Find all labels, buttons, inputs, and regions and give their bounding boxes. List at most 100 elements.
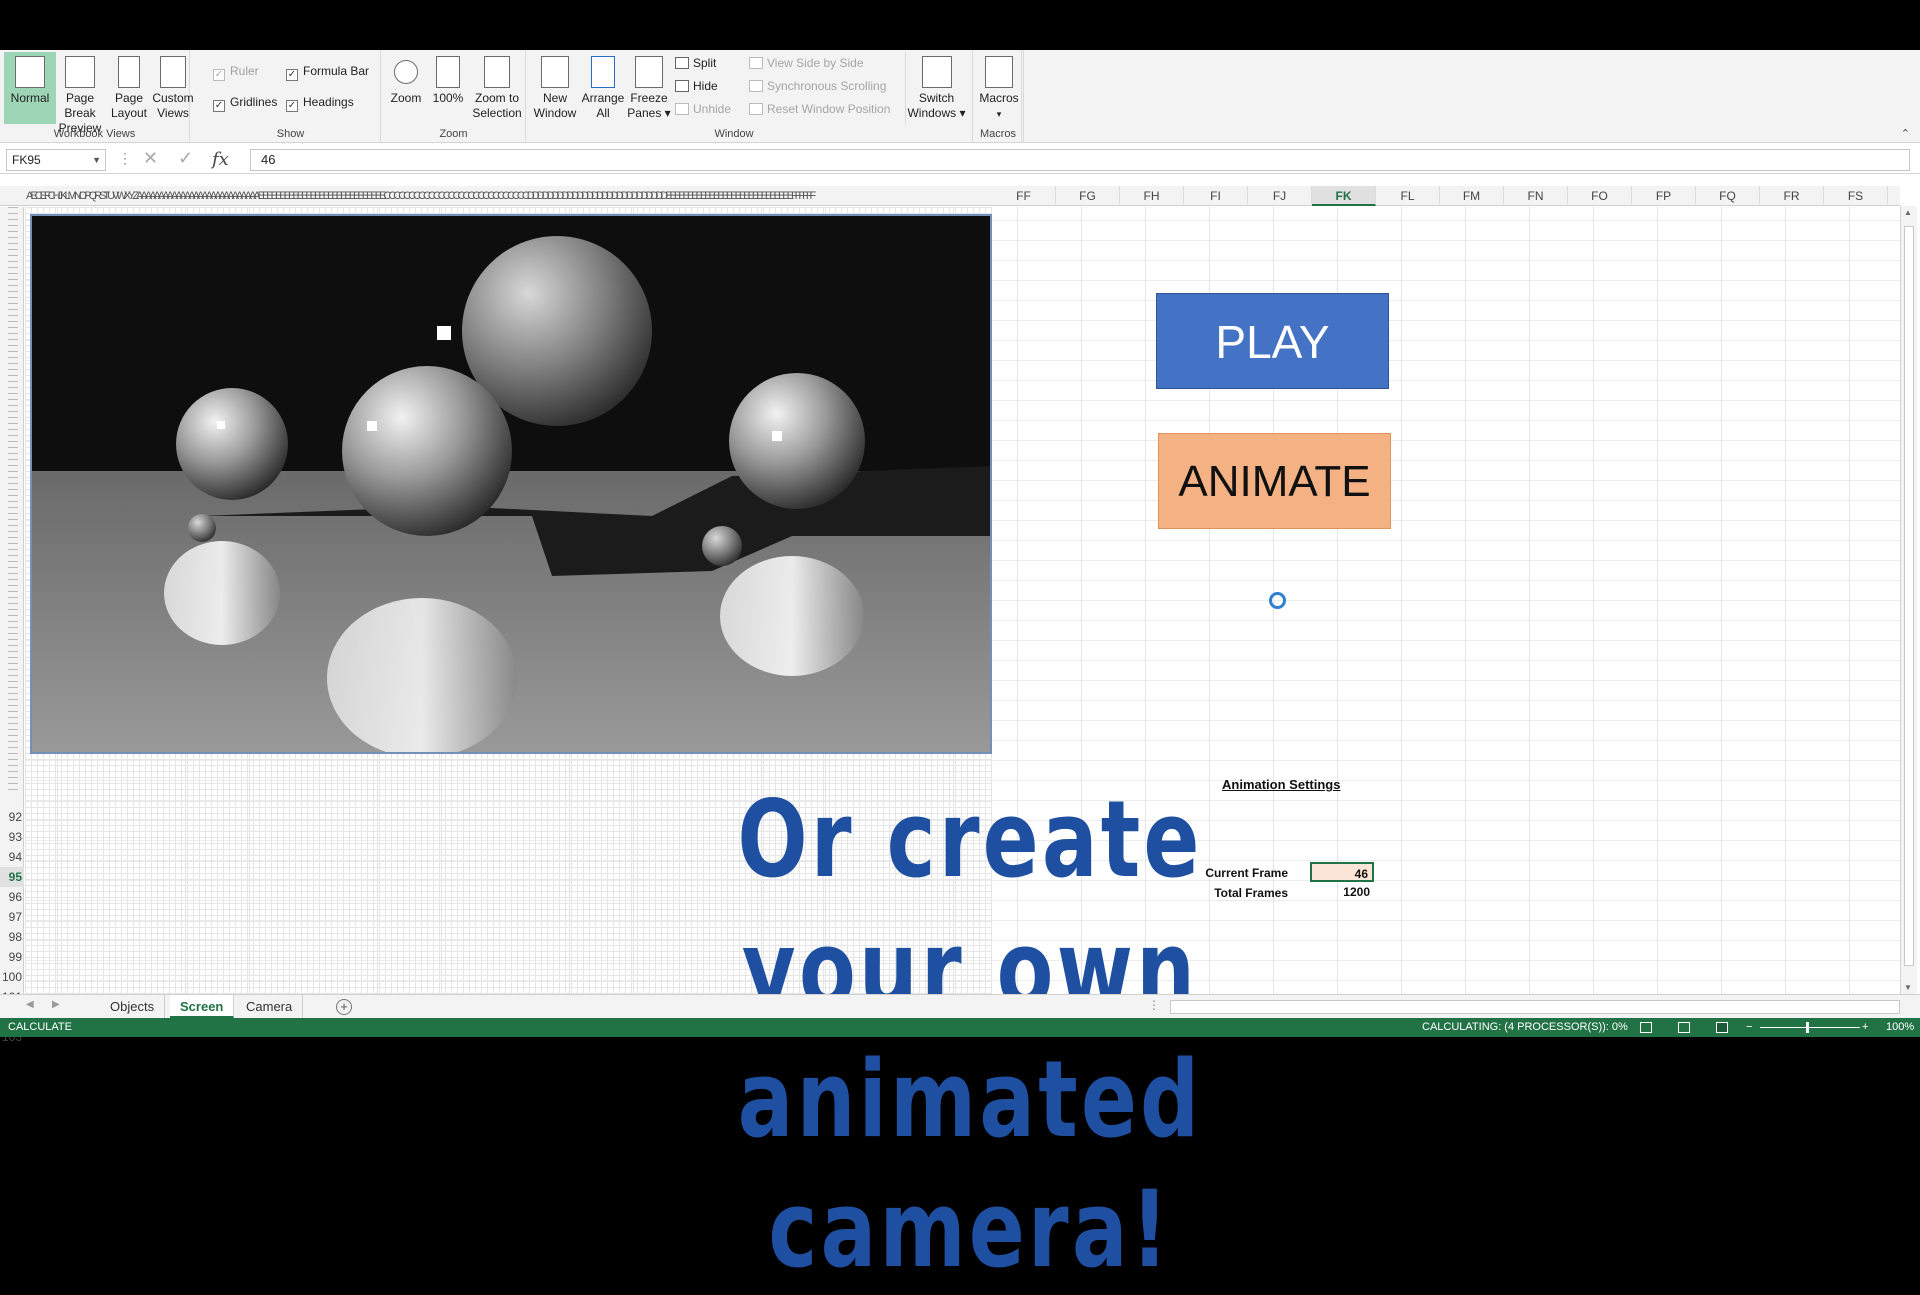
row-header-98[interactable]: 98 — [0, 927, 24, 947]
collapse-ribbon-icon[interactable]: ⌃ — [1901, 127, 1910, 140]
show-group-label: Show — [276, 128, 305, 140]
zoom-button[interactable]: Zoom — [384, 52, 428, 124]
hide-icon — [675, 80, 689, 92]
page-break-preview-button[interactable]: Page Break Preview — [52, 52, 108, 135]
insert-function-icon[interactable]: fx — [212, 146, 229, 174]
vertical-scroll-thumb[interactable] — [1904, 226, 1914, 966]
row-header-99[interactable]: 99 — [0, 947, 24, 967]
custom-views-button[interactable]: Custom Views — [150, 52, 196, 124]
split-button[interactable]: Split — [675, 56, 716, 70]
zoom-slider[interactable] — [1760, 1027, 1860, 1028]
row-header-97[interactable]: 97 — [0, 907, 24, 927]
formula-bar: FK95 ▼ ⋮ ✕ ✓ fx 46 — [0, 146, 1920, 174]
name-box[interactable]: FK95 ▼ — [6, 149, 106, 171]
page-break-view-icon[interactable] — [1716, 1022, 1728, 1033]
switch-label-2: Windows ▾ — [907, 106, 966, 120]
scroll-up-icon[interactable]: ▲ — [1904, 208, 1912, 217]
freeze-panes-icon — [635, 56, 663, 88]
synchronous-scrolling-button[interactable]: Synchronous Scrolling — [749, 79, 886, 93]
column-header-fo[interactable]: FO — [1568, 186, 1632, 206]
zoom-sel-label-2: Selection — [472, 106, 522, 120]
zoom-out-icon[interactable]: − — [1746, 1018, 1752, 1037]
check-icon: ✓ — [213, 100, 225, 112]
row-header-96[interactable]: 96 — [0, 887, 24, 907]
column-header-ff[interactable]: FF — [992, 186, 1056, 206]
new-window-icon — [541, 56, 569, 88]
add-sheet-icon[interactable]: + — [336, 999, 352, 1015]
column-header-fi[interactable]: FI — [1184, 186, 1248, 206]
arrange-all-button[interactable]: Arrange All — [580, 52, 626, 124]
column-header-fn[interactable]: FN — [1504, 186, 1568, 206]
horizontal-scrollbar[interactable] — [1170, 1000, 1900, 1014]
column-header-fh[interactable]: FH — [1120, 186, 1184, 206]
play-button[interactable]: PLAY — [1156, 293, 1389, 389]
next-sheet-icon[interactable]: ▶ — [52, 999, 60, 1010]
column-header-fs[interactable]: FS — [1824, 186, 1888, 206]
ruler-checkbox[interactable]: ✓ Ruler — [213, 64, 259, 81]
tab-objects[interactable]: Objects — [100, 995, 166, 1018]
narrow-row-headers[interactable] — [8, 207, 18, 795]
animate-button[interactable]: ANIMATE — [1158, 433, 1391, 529]
macros-button[interactable]: Macros ▾ — [975, 52, 1023, 124]
gridlines-checkbox[interactable]: ✓ Gridlines — [213, 95, 277, 112]
window-group: New Window Arrange All Freeze Panes ▾ Sp… — [527, 50, 1022, 143]
page-layout-label-2: Layout — [110, 106, 148, 120]
zoom-level[interactable]: 100% — [1886, 1018, 1914, 1037]
check-icon: ✓ — [213, 69, 225, 81]
column-header-fg[interactable]: FG — [1056, 186, 1120, 206]
zoom-slider-thumb[interactable] — [1806, 1022, 1809, 1033]
excel-window: Normal Page Break Preview Page Layout Cu… — [0, 50, 1920, 1291]
column-header-fl[interactable]: FL — [1376, 186, 1440, 206]
row-header-94[interactable]: 94 — [0, 847, 24, 867]
row-header-100[interactable]: 100 — [0, 967, 24, 987]
view-side-by-side-button[interactable]: View Side by Side — [749, 56, 864, 70]
tab-split-handle-icon[interactable]: ⋮ — [1148, 998, 1160, 1012]
prev-sheet-icon[interactable]: ◀ — [26, 999, 34, 1010]
column-header-fm[interactable]: FM — [1440, 186, 1504, 206]
column-header-fj[interactable]: FJ — [1248, 186, 1312, 206]
unhide-icon — [675, 103, 689, 115]
zoom-100-button[interactable]: 100% — [428, 52, 468, 124]
vertical-scrollbar[interactable]: ▲ ▼ — [1900, 206, 1917, 994]
page-break-icon — [65, 56, 95, 88]
formula-bar-checkbox[interactable]: ✓ Formula Bar — [286, 64, 369, 81]
gridlines-label: Gridlines — [230, 95, 278, 109]
tab-screen[interactable]: Screen — [170, 995, 235, 1018]
scroll-down-icon[interactable]: ▼ — [1904, 983, 1912, 992]
tab-camera[interactable]: Camera — [236, 995, 304, 1018]
enter-icon[interactable]: ✓ — [178, 148, 193, 169]
normal-view-icon[interactable] — [1640, 1022, 1652, 1033]
column-header-fp[interactable]: FP — [1632, 186, 1696, 206]
narrow-column-headers[interactable]: AECEFCHIJKLMNOPQRSTUVWXYZAAAAAAAAAAAAAAA… — [26, 186, 992, 206]
zoom-100-icon — [436, 56, 460, 88]
zoom-group-label: Zoom — [439, 128, 468, 140]
reset-window-position-button[interactable]: Reset Window Position — [749, 102, 890, 116]
chevron-down-icon[interactable]: ▼ — [92, 150, 101, 170]
column-header-fq[interactable]: FQ — [1696, 186, 1760, 206]
unhide-button[interactable]: Unhide — [675, 102, 731, 116]
page-layout-view-icon[interactable] — [1678, 1022, 1690, 1033]
column-header-fr[interactable]: FR — [1760, 186, 1824, 206]
side-by-side-label: View Side by Side — [767, 56, 864, 70]
switch-windows-button[interactable]: Switch Windows ▾ — [905, 52, 967, 124]
headings-checkbox[interactable]: ✓ Headings — [286, 95, 354, 112]
row-header-95[interactable]: 95 — [0, 867, 24, 887]
row-header-93[interactable]: 93 — [0, 827, 24, 847]
hide-button[interactable]: Hide — [675, 79, 718, 93]
cancel-icon[interactable]: ✕ — [143, 148, 158, 169]
new-window-button[interactable]: New Window — [530, 52, 580, 124]
normal-view-button[interactable]: Normal — [4, 52, 56, 124]
split-icon — [675, 57, 689, 69]
current-frame-cell[interactable]: 46 — [1310, 862, 1374, 882]
normal-view-label: Normal — [10, 91, 50, 105]
formula-input[interactable]: 46 — [250, 149, 1910, 171]
column-header-fk[interactable]: FK — [1312, 186, 1376, 206]
hide-label: Hide — [693, 79, 718, 93]
freeze-panes-button[interactable]: Freeze Panes ▾ — [626, 52, 672, 124]
total-frames-cell[interactable]: 1200 — [1310, 882, 1374, 902]
zoom-to-selection-button[interactable]: Zoom to Selection — [470, 52, 524, 124]
row-header-92[interactable]: 92 — [0, 807, 24, 827]
zoom-in-icon[interactable]: + — [1862, 1018, 1868, 1037]
page-layout-button[interactable]: Page Layout — [108, 52, 150, 124]
status-calculating: CALCULATING: (4 PROCESSOR(S)): 0% — [1422, 1021, 1628, 1033]
